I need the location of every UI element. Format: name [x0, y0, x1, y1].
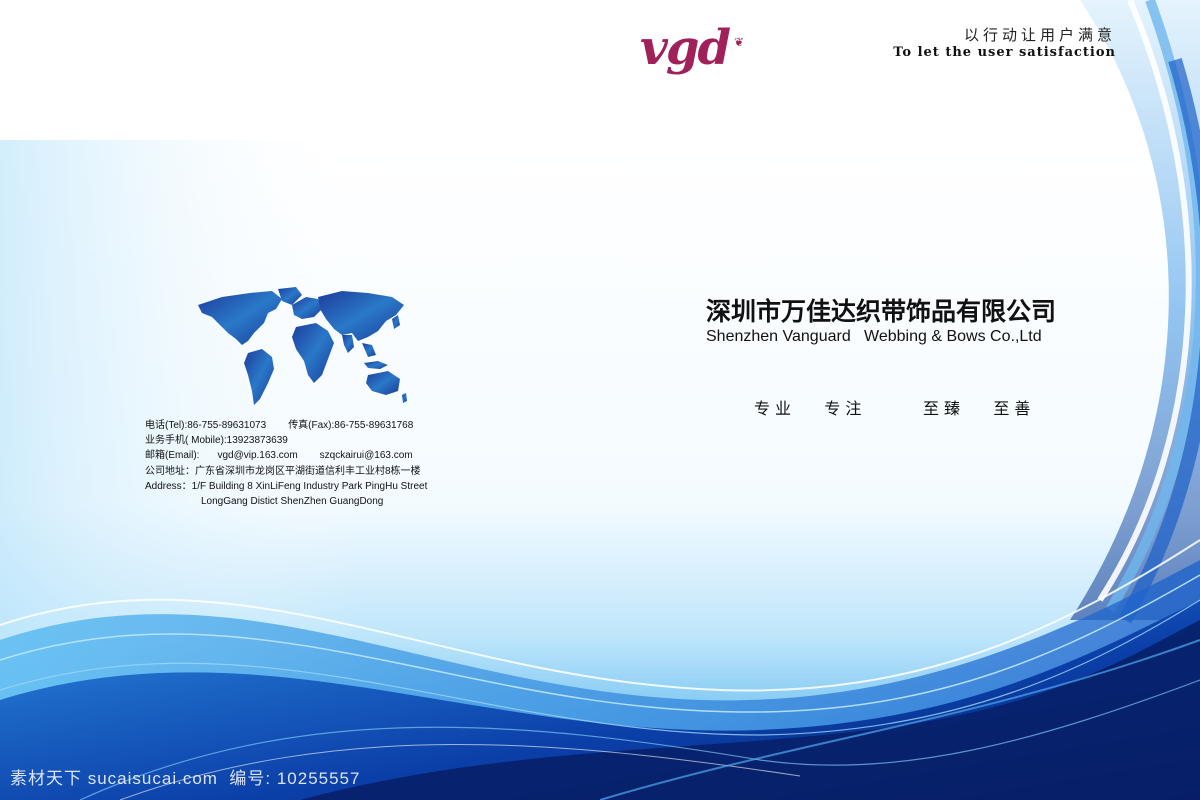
company-name-chinese: 深圳市万佳达织带饰品有限公司: [706, 297, 1057, 326]
contact-row-mobile: 业务手机( Mobile):13923873639: [145, 433, 427, 448]
value-item: 专业: [754, 401, 797, 418]
address-english-line2: LongGang Distict ShenZhen GuangDong: [201, 495, 384, 507]
email-secondary: szqckairui@163.com: [319, 450, 413, 462]
contact-row-address-en-2: LongGang Distict ShenZhen GuangDong: [145, 494, 427, 509]
contact-info: 电话(Tel):86-755-89631073 传真(Fax):86-755-89…: [145, 418, 427, 509]
value-item: 至臻: [923, 401, 966, 418]
email-primary: vgd@vip.163.com: [217, 450, 298, 462]
address-english-line1: Address：1/F Building 8 XinLiFeng Industr…: [145, 480, 428, 492]
fax-text: 传真(Fax):86-755-89631768: [288, 420, 414, 431]
logo-bow-icon: ❦: [734, 35, 745, 49]
contact-row-email: 邮箱(Email): vgd@vip.163.com szqckairui@163.…: [145, 448, 427, 463]
value-item: 专注: [824, 401, 867, 418]
mobile-text: 业务手机( Mobile):13923873639: [145, 435, 288, 447]
vgd-logo: vgd: [640, 20, 731, 76]
contact-row-address-cn: 公司地址：广东省深圳市龙岗区平湖街道信利丰工业村8栋一楼: [145, 464, 427, 479]
contact-row-address-en: Address：1/F Building 8 XinLiFeng Industr…: [145, 479, 427, 494]
watermark-text: 素材天下 sucaisucai.com 编号: 10255557: [10, 769, 361, 788]
company-name-english: Shenzhen Vanguard Webbing & Bows Co.,Ltd: [706, 328, 1042, 345]
slogan-english: To let the user satisfaction: [893, 45, 1116, 60]
world-map-icon: [198, 287, 407, 405]
tel-text: 电话(Tel):86-755-89631073: [145, 420, 267, 431]
email-label: 邮箱(Email):: [145, 450, 200, 462]
company-values: 专业 专注 至臻 至善: [754, 395, 1035, 419]
contact-row-phone: 电话(Tel):86-755-89631073 传真(Fax):86-755-89…: [145, 418, 427, 433]
slogan-chinese: 以行动让用户满意: [963, 26, 1116, 44]
address-chinese: 公司地址：广东省深圳市龙岗区平湖街道信利丰工业村8栋一楼: [145, 465, 421, 477]
value-item: 至善: [993, 401, 1036, 418]
